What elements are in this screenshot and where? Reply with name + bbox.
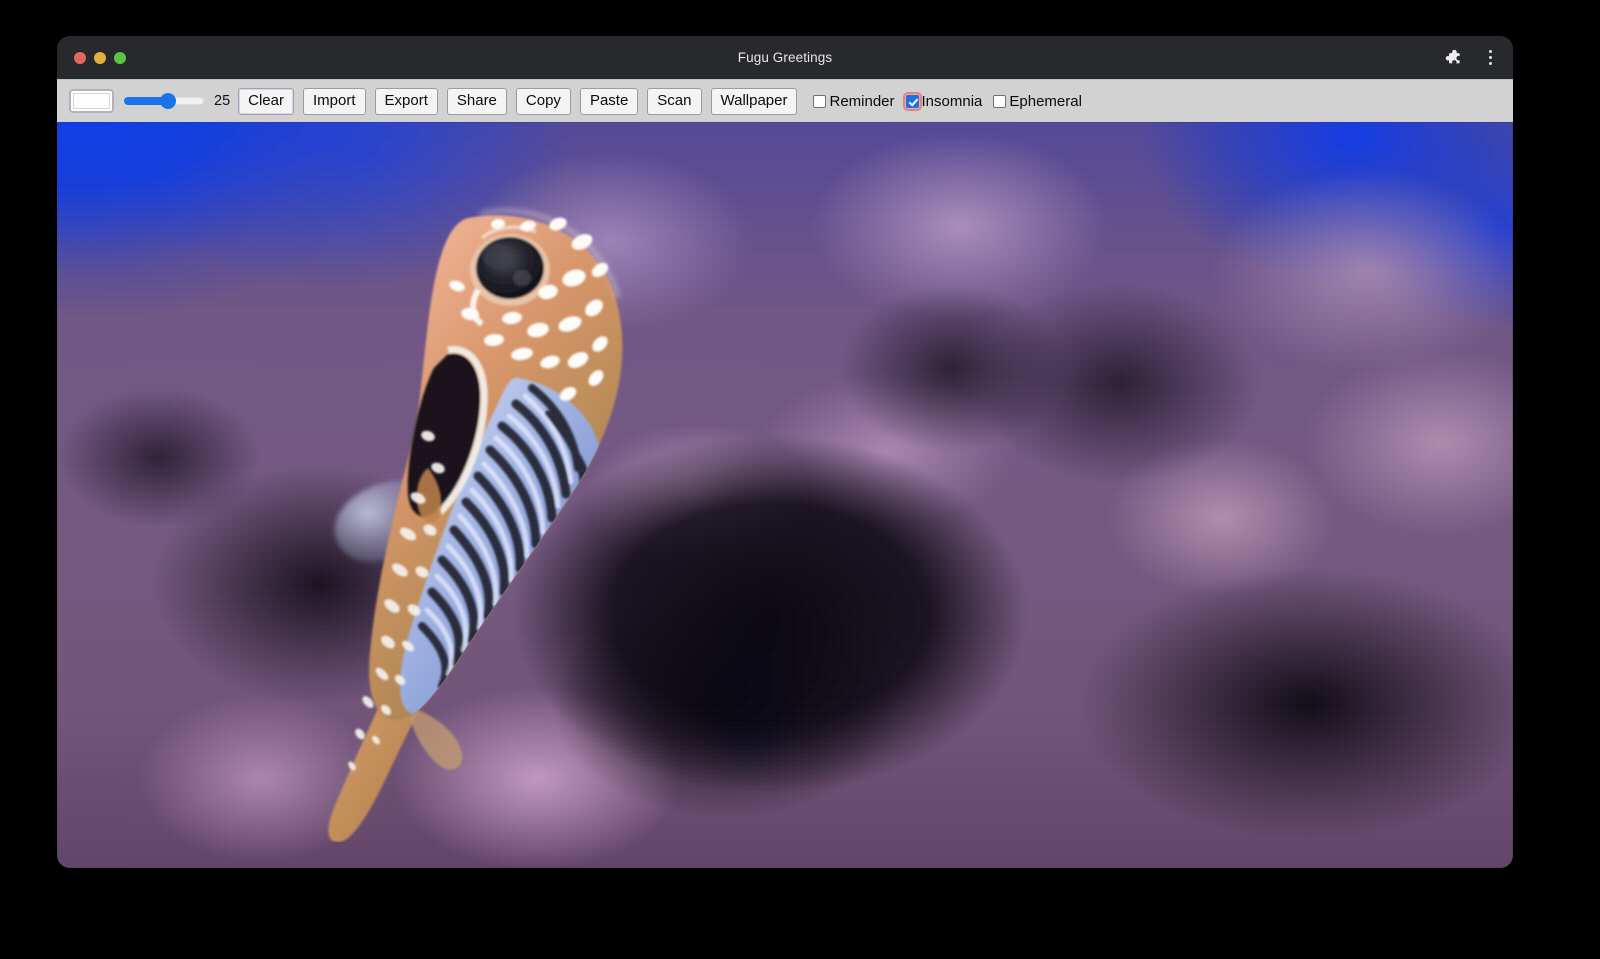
browser-menu-icon[interactable] [1481, 48, 1499, 68]
window-titlebar: Fugu Greetings [57, 36, 1513, 79]
copy-button[interactable]: Copy [516, 88, 571, 115]
toolbar-checkbox-group: Reminder Insomnia Ephemeral [810, 93, 1089, 110]
reminder-checkbox-label: Reminder [829, 93, 894, 110]
scan-button[interactable]: Scan [647, 88, 701, 115]
clear-button[interactable]: Clear [238, 88, 294, 115]
share-button[interactable]: Share [447, 88, 507, 115]
titlebar-actions [1443, 36, 1499, 79]
close-window-button[interactable] [74, 52, 86, 64]
ephemeral-checkbox-item[interactable]: Ephemeral [990, 93, 1090, 110]
insomnia-checkbox-item[interactable]: Insomnia [903, 93, 991, 110]
ephemeral-checkbox-label: Ephemeral [1009, 93, 1082, 110]
drawing-canvas[interactable] [57, 122, 1513, 868]
reef-background-photo [57, 122, 1513, 868]
wallpaper-button[interactable]: Wallpaper [711, 88, 798, 115]
browser-window: Fugu Greetings 25 Clear [57, 36, 1513, 868]
app-toolbar: 25 Clear Import Export Share Copy Paste … [57, 79, 1513, 122]
reminder-checkbox[interactable] [813, 95, 826, 108]
maximize-window-button[interactable] [114, 52, 126, 64]
pufferfish-photo [282, 182, 682, 842]
slider-thumb[interactable] [160, 93, 176, 109]
minimize-window-button[interactable] [94, 52, 106, 64]
reminder-checkbox-item[interactable]: Reminder [810, 93, 902, 110]
ephemeral-checkbox[interactable] [993, 95, 1006, 108]
insomnia-checkbox-label: Insomnia [922, 93, 983, 110]
traffic-light-buttons [74, 52, 126, 64]
color-picker-input[interactable] [69, 89, 114, 113]
screen: Fugu Greetings 25 Clear [0, 0, 1600, 959]
window-title: Fugu Greetings [57, 50, 1513, 65]
paste-button[interactable]: Paste [580, 88, 638, 115]
line-width-slider[interactable] [124, 91, 204, 111]
slider-value-label: 25 [214, 93, 230, 109]
import-button[interactable]: Import [303, 88, 366, 115]
insomnia-checkbox[interactable] [906, 95, 919, 108]
extensions-icon[interactable] [1443, 48, 1463, 68]
export-button[interactable]: Export [375, 88, 438, 115]
